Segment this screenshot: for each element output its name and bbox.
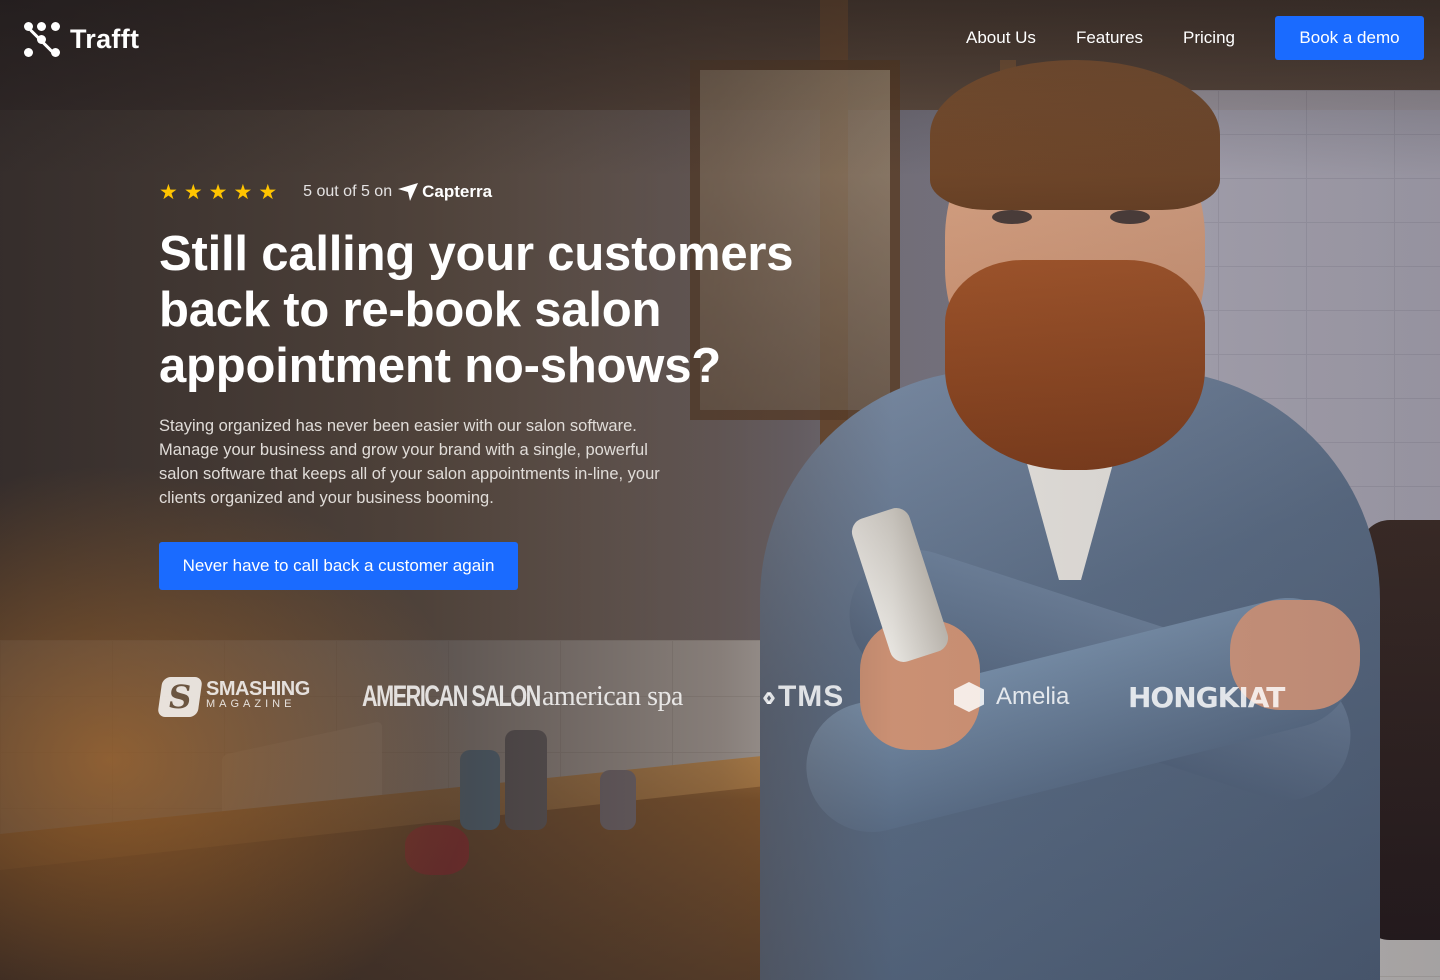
amelia-text: Amelia xyxy=(996,683,1070,710)
american-spa-logo: american spa xyxy=(542,681,683,712)
amelia-logo: Amelia xyxy=(954,672,1069,722)
star-icon: ★ xyxy=(159,180,178,204)
smashing-magazine-logo: S SMASHING MAGAZINE xyxy=(157,672,310,722)
nav-pricing[interactable]: Pricing xyxy=(1183,16,1235,60)
hero-description: Staying organized has never been easier … xyxy=(159,417,660,507)
hero-headline: Still calling your customers back to re-… xyxy=(159,227,794,393)
american-salon-logo: AMERICAN SALON xyxy=(362,680,541,713)
trafft-logo-icon xyxy=(22,20,62,58)
trafft-logo[interactable]: Trafft xyxy=(22,20,139,58)
star-icon: ★ xyxy=(183,180,203,204)
capterra-logo[interactable]: Capterra xyxy=(398,182,492,202)
logo-text: Trafft xyxy=(70,23,140,54)
rating-row: ★ ★ ★ ★ ★ 5 out of 5 on Capterra xyxy=(159,178,799,206)
cta-button[interactable]: Never have to call back a customer again xyxy=(159,542,518,590)
tms-text: TMS xyxy=(777,680,845,713)
site-header: Trafft About Us Features Pricing Book a … xyxy=(0,0,1440,78)
star-icon: ★ xyxy=(258,180,278,204)
book-demo-button[interactable]: Book a demo xyxy=(1275,16,1424,60)
amelia-hexagon-icon xyxy=(954,682,984,712)
main-nav: About Us Features Pricing Book a demo xyxy=(966,16,1424,60)
capterra-text: Capterra xyxy=(422,182,493,201)
rating-text: 5 out of 5 on xyxy=(303,183,393,200)
press-logos: S SMASHING MAGAZINE AMERICAN SALON ameri… xyxy=(157,672,1300,722)
tms-logo: ‹› TMS xyxy=(762,672,844,722)
star-icon: ★ xyxy=(233,180,253,204)
capterra-arrow-icon xyxy=(398,183,419,201)
nav-about-us[interactable]: About Us xyxy=(966,16,1036,60)
smashing-line1: SMASHING xyxy=(206,678,310,700)
smashing-s-icon: S xyxy=(157,677,203,717)
hero-section: ★ ★ ★ ★ ★ 5 out of 5 on Capterra Still c… xyxy=(159,178,799,590)
tms-chevron-icon: ‹› xyxy=(762,680,776,713)
smashing-line2: MAGAZINE xyxy=(206,698,296,710)
nav-features[interactable]: Features xyxy=(1076,16,1143,60)
star-icon: ★ xyxy=(208,180,228,204)
hongkiat-logo: HONGKIAT xyxy=(1128,680,1285,714)
star-rating: ★ ★ ★ ★ ★ xyxy=(159,180,277,205)
